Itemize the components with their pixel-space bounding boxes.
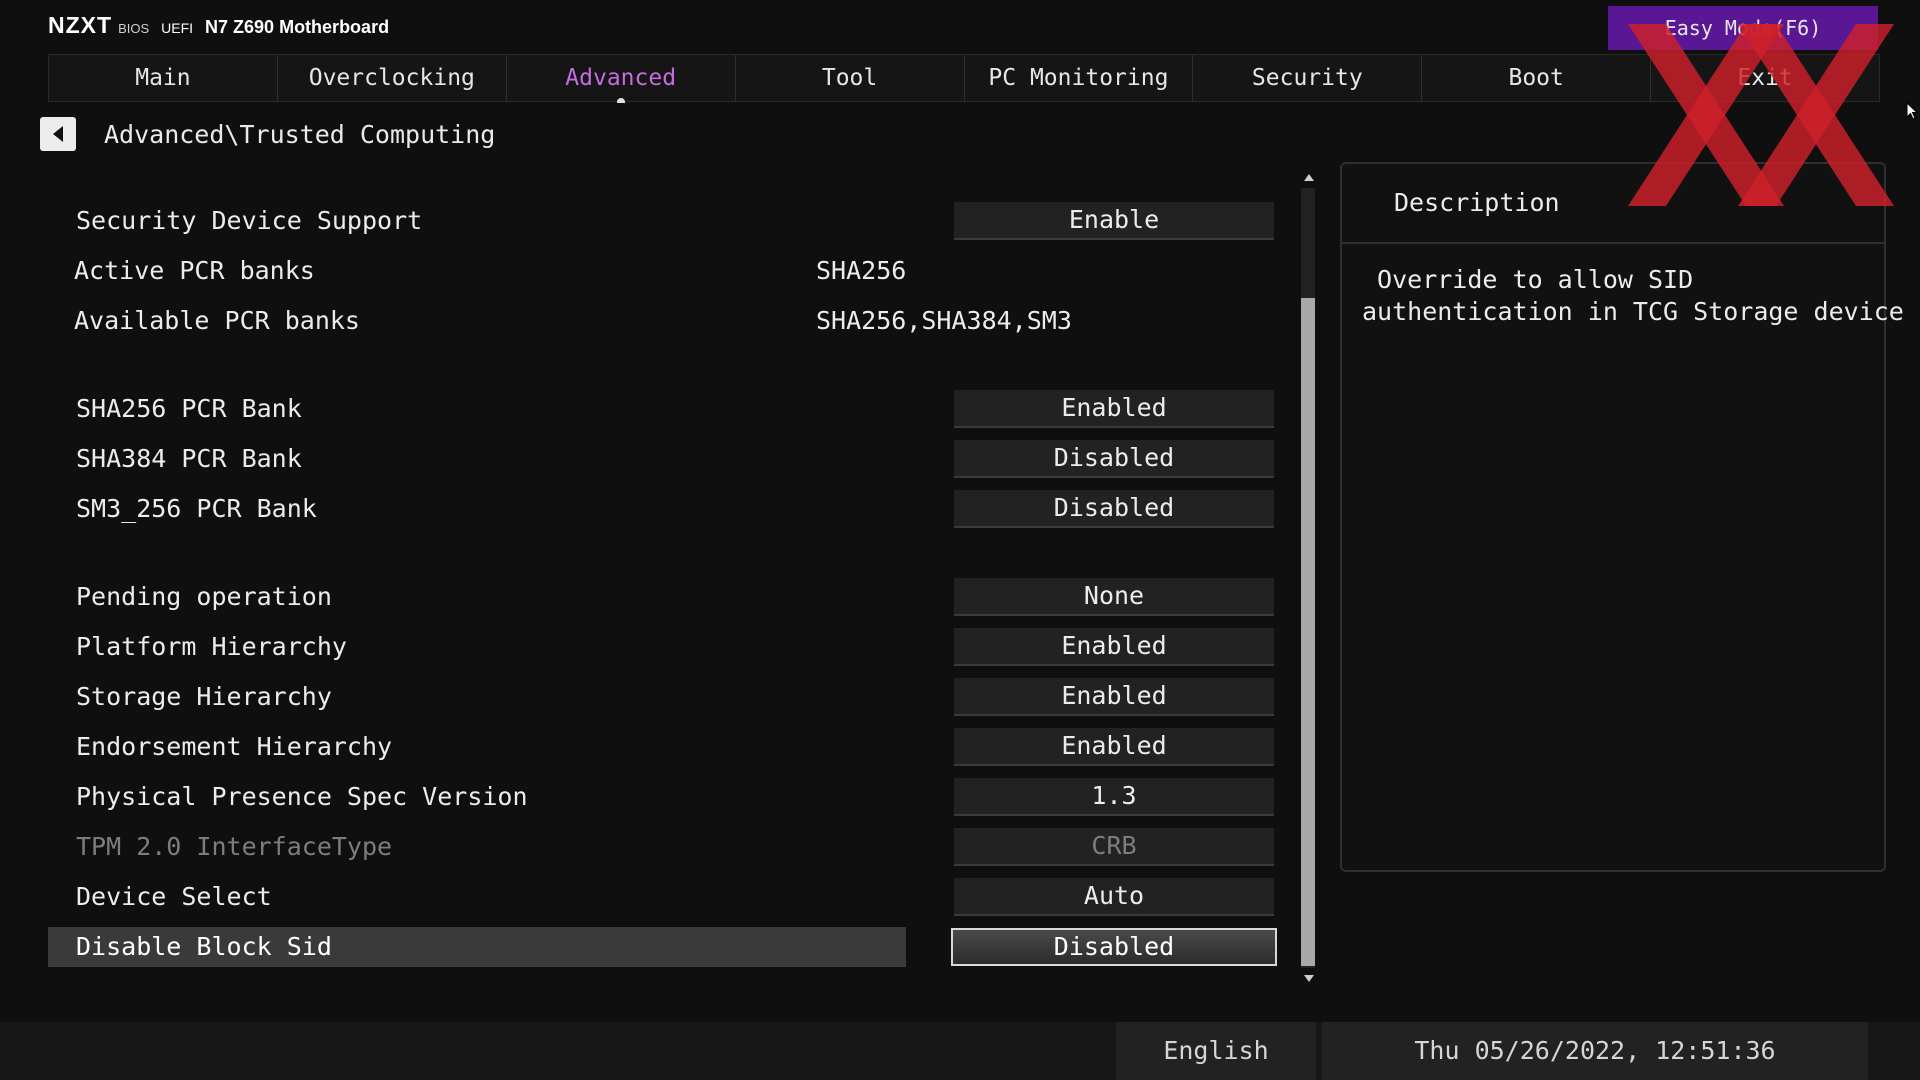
setting-value-select[interactable]: None	[954, 578, 1274, 616]
setting-label: Security Device Support	[76, 206, 423, 235]
setting-label: Device Select	[76, 882, 272, 911]
setting-value-select[interactable]: Enable	[954, 202, 1274, 240]
setting-sha384-pcr-bank[interactable]: SHA384 PCR Bank Disabled	[48, 439, 1274, 479]
tab-security[interactable]: Security	[1193, 55, 1423, 101]
scroll-up-arrow-icon[interactable]	[1304, 174, 1314, 181]
arrow-left-icon	[53, 126, 63, 142]
description-panel: Description Override to allow SID authen…	[1340, 162, 1904, 872]
setting-value-text: SHA256,SHA384,SM3	[816, 306, 1072, 335]
breadcrumb-path: Advanced\Trusted Computing	[104, 119, 496, 149]
setting-disable-block-sid[interactable]: Disable Block Sid Disabled	[48, 927, 1277, 967]
setting-label: SHA384 PCR Bank	[76, 444, 302, 473]
setting-value-select[interactable]: Disabled	[951, 928, 1277, 966]
tab-boot[interactable]: Boot	[1422, 55, 1652, 101]
tab-advanced[interactable]: Advanced	[507, 55, 736, 103]
setting-label: Storage Hierarchy	[76, 682, 332, 711]
setting-sm3-256-pcr-bank[interactable]: SM3_256 PCR Bank Disabled	[48, 489, 1274, 529]
setting-value-select[interactable]: Enabled	[954, 628, 1274, 666]
setting-tpm-interface-type: TPM 2.0 InterfaceType CRB	[48, 827, 1274, 867]
setting-label: Disable Block Sid	[76, 932, 332, 961]
description-text: Override to allow SID authentication in …	[1362, 265, 1904, 326]
brand-logo: NZXT BIOS UEFI N7 Z690 Motherboard	[48, 12, 389, 42]
tab-main[interactable]: Main	[49, 55, 278, 101]
setting-sha256-pcr-bank[interactable]: SHA256 PCR Bank Enabled	[48, 389, 1274, 429]
main-tab-bar: Main Overclocking Advanced Tool PC Monit…	[48, 54, 1880, 103]
brand-name: NZXT	[48, 12, 113, 38]
status-bar: English Thu 05/26/2022, 12:51:36	[0, 1022, 1920, 1080]
setting-storage-hierarchy[interactable]: Storage Hierarchy Enabled	[48, 677, 1274, 717]
setting-security-device-support[interactable]: Security Device Support Enable	[48, 201, 1274, 241]
settings-scrollbar[interactable]	[1300, 168, 1316, 984]
setting-value-select[interactable]: Disabled	[954, 440, 1274, 478]
setting-pending-operation[interactable]: Pending operation None	[48, 577, 1274, 617]
setting-physical-presence-spec-version[interactable]: Physical Presence Spec Version 1.3	[48, 777, 1274, 817]
setting-label: Active PCR banks	[74, 256, 315, 285]
setting-label: SHA256 PCR Bank	[76, 394, 302, 423]
back-button[interactable]	[40, 117, 76, 151]
breadcrumb: Advanced\Trusted Computing	[40, 116, 495, 152]
setting-label: Pending operation	[76, 582, 332, 611]
tab-overclocking[interactable]: Overclocking	[278, 55, 507, 101]
tab-exit[interactable]: Exit	[1651, 55, 1879, 101]
setting-value-select[interactable]: Enabled	[954, 678, 1274, 716]
system-datetime: Thu 05/26/2022, 12:51:36	[1322, 1022, 1868, 1080]
setting-label: TPM 2.0 InterfaceType	[76, 832, 393, 861]
setting-value-select[interactable]: Enabled	[954, 728, 1274, 766]
setting-device-select[interactable]: Device Select Auto	[48, 877, 1274, 917]
setting-active-pcr-banks: Active PCR banks SHA256	[48, 251, 1274, 291]
setting-label: SM3_256 PCR Bank	[76, 494, 317, 523]
language-selector[interactable]: English	[1116, 1022, 1316, 1080]
scroll-thumb[interactable]	[1301, 298, 1315, 966]
mouse-cursor-icon	[1906, 102, 1918, 120]
description-title: Description	[1342, 164, 1884, 244]
setting-label: Endorsement Hierarchy	[76, 732, 393, 761]
setting-value-select[interactable]: 1.3	[954, 778, 1274, 816]
motherboard-model: N7 Z690 Motherboard	[205, 17, 390, 37]
easy-mode-button[interactable]: Easy Mode(F6)	[1608, 6, 1878, 50]
tab-pc-monitoring[interactable]: PC Monitoring	[965, 55, 1194, 101]
setting-value-readonly: CRB	[954, 828, 1274, 866]
setting-value-select[interactable]: Enabled	[954, 390, 1274, 428]
setting-available-pcr-banks: Available PCR banks SHA256,SHA384,SM3	[48, 301, 1274, 341]
setting-label: Available PCR banks	[74, 306, 360, 335]
brand-uefi: UEFI	[161, 20, 194, 36]
setting-label: Physical Presence Spec Version	[76, 782, 528, 811]
setting-platform-hierarchy[interactable]: Platform Hierarchy Enabled	[48, 627, 1274, 667]
setting-value-text: SHA256	[816, 256, 907, 285]
scroll-down-arrow-icon[interactable]	[1304, 975, 1314, 982]
brand-bios: BIOS	[118, 21, 150, 36]
setting-value-select[interactable]: Disabled	[954, 490, 1274, 528]
setting-label: Platform Hierarchy	[76, 632, 347, 661]
setting-value-select[interactable]: Auto	[954, 878, 1274, 916]
tab-tool[interactable]: Tool	[736, 55, 965, 101]
setting-endorsement-hierarchy[interactable]: Endorsement Hierarchy Enabled	[48, 727, 1274, 767]
